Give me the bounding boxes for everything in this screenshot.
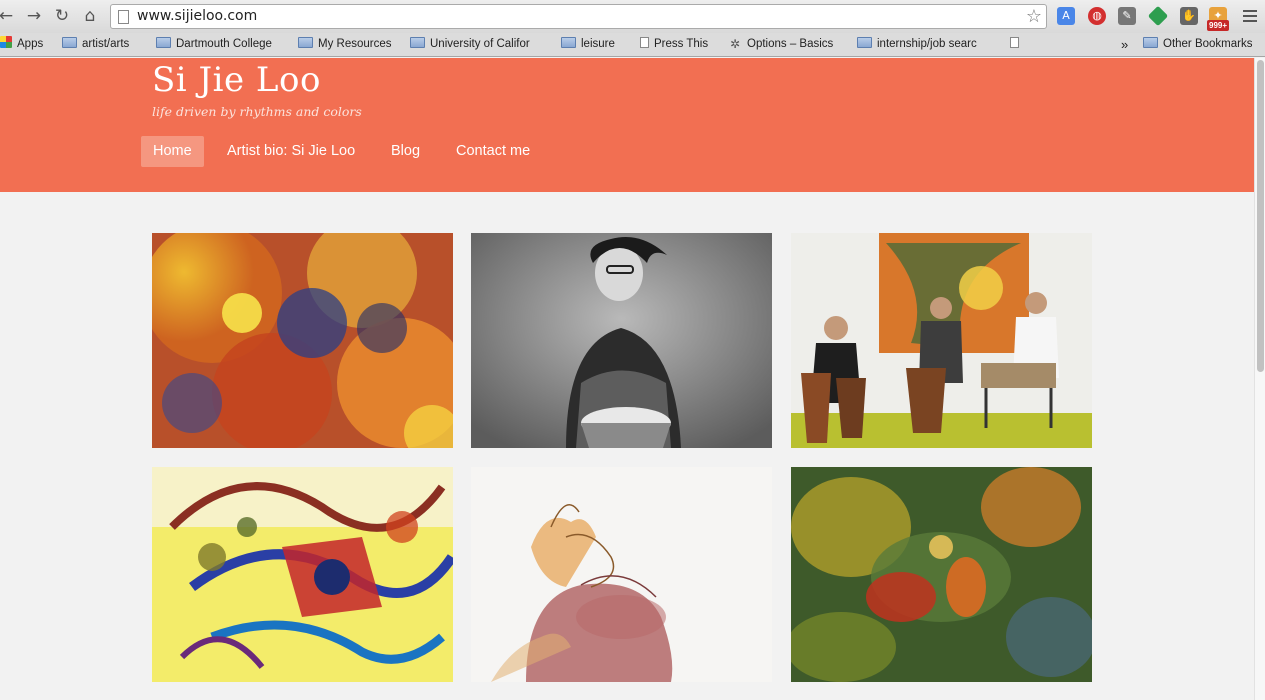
- drummer-photo-image: [471, 233, 772, 448]
- gallery-item-drum-trio[interactable]: [791, 233, 1092, 448]
- bookmark-internship[interactable]: internship/job searc: [857, 33, 994, 56]
- folder-icon: [561, 37, 576, 48]
- site-tagline: life driven by rhythms and colors: [152, 104, 362, 119]
- bookmark-dartmouth[interactable]: Dartmouth College: [156, 33, 272, 56]
- bookmark-label: Apps: [17, 38, 44, 50]
- extension-badge: 999+: [1207, 20, 1230, 31]
- musicians-photo-image: [791, 233, 1092, 448]
- folder-icon: [156, 37, 171, 48]
- bookmark-label: Dartmouth College: [176, 38, 272, 50]
- evernote-extension-icon[interactable]: [1147, 5, 1169, 27]
- bookmark-label: My Resources: [318, 38, 392, 50]
- site-header: Si Jie Loo life driven by rhythms and co…: [0, 58, 1254, 192]
- nav-artist-bio[interactable]: Artist bio: Si Jie Loo: [227, 136, 355, 167]
- gallery-item-hand-sketch[interactable]: [471, 467, 772, 682]
- folder-icon: [1143, 37, 1158, 48]
- page-scrollbar[interactable]: [1254, 58, 1265, 700]
- bookmark-university[interactable]: University of Califor: [410, 33, 546, 56]
- reload-icon[interactable]: ↻: [52, 6, 72, 26]
- gear-icon: ✲: [730, 37, 741, 51]
- glove-extension-icon[interactable]: ✋: [1180, 7, 1198, 25]
- nav-home[interactable]: Home: [141, 136, 204, 167]
- bookmark-label: Press This: [654, 38, 709, 50]
- translate-extension-icon[interactable]: A: [1057, 7, 1075, 25]
- dark-abstract-painting-image: [791, 467, 1092, 682]
- nav-contact[interactable]: Contact me: [456, 136, 530, 167]
- gallery-item-painting-dark[interactable]: [791, 467, 1092, 682]
- folder-icon: [857, 37, 872, 48]
- bookmark-my-resources[interactable]: My Resources: [298, 33, 392, 56]
- bookmark-options-basics[interactable]: ✲ Options – Basics: [730, 33, 833, 56]
- site-title[interactable]: Si Jie Loo: [152, 60, 321, 100]
- bookmark-label: Other Bookmarks: [1163, 38, 1253, 50]
- folder-icon: [62, 37, 77, 48]
- home-icon[interactable]: ⌂: [80, 6, 100, 26]
- drum-sketch-image: [471, 467, 772, 682]
- page-icon: [1010, 37, 1019, 48]
- apps-grid-icon: [0, 36, 12, 48]
- bookmarks-overflow-chevron[interactable]: »: [1121, 33, 1128, 56]
- bookmark-leisure[interactable]: leisure: [561, 33, 615, 56]
- gallery-item-painting-swirls[interactable]: [152, 233, 453, 448]
- adblock-extension-icon[interactable]: ◍: [1088, 7, 1106, 25]
- bookmark-star-icon[interactable]: ☆: [1026, 6, 1042, 27]
- folder-icon: [298, 37, 313, 48]
- browser-toolbar: ← → ↻ ⌂ www.sijieloo.com ☆ A ◍ ✎ ✋ ✦ 999…: [0, 0, 1265, 33]
- bookmark-apps[interactable]: Apps: [0, 33, 43, 56]
- page-icon: [640, 37, 649, 48]
- bookmark-label: leisure: [581, 38, 615, 50]
- bookmarks-bar: Apps artist/arts Dartmouth College My Re…: [0, 33, 1265, 57]
- chrome-menu-icon[interactable]: [1243, 7, 1257, 25]
- folder-icon: [410, 37, 425, 48]
- gallery-item-painting-blue-red[interactable]: [152, 467, 453, 682]
- bookmark-other[interactable]: Other Bookmarks: [1143, 33, 1252, 56]
- bookmark-label: artist/arts: [82, 38, 130, 50]
- abstract-painting-image: [152, 233, 453, 448]
- bookmark-label: Options – Basics: [747, 38, 834, 50]
- gallery-item-djembe-photo[interactable]: [471, 233, 772, 448]
- back-icon[interactable]: ←: [0, 6, 16, 26]
- colorful-painting-image: [152, 467, 453, 682]
- address-bar[interactable]: www.sijieloo.com ☆: [110, 4, 1047, 29]
- bookmark-press-this[interactable]: Press This: [640, 33, 708, 56]
- bookmark-untitled[interactable]: [1010, 33, 1024, 56]
- bookmark-artist-arts[interactable]: artist/arts: [62, 33, 129, 56]
- nav-blog[interactable]: Blog: [391, 136, 420, 167]
- bookmark-label: internship/job searc: [877, 38, 977, 50]
- puzzle-extension-icon[interactable]: ✎: [1118, 7, 1136, 25]
- forward-icon[interactable]: →: [24, 6, 44, 26]
- bookmark-label: University of Califor: [430, 38, 530, 50]
- scrollbar-thumb[interactable]: [1257, 60, 1264, 372]
- url-text[interactable]: www.sijieloo.com: [137, 5, 257, 28]
- page-icon: [118, 10, 129, 24]
